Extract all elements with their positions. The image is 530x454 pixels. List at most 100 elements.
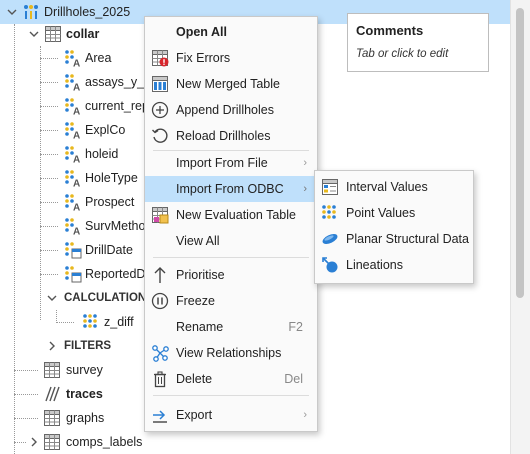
menu-item-open-all[interactable]: Open All	[145, 19, 317, 45]
comments-panel[interactable]: Comments Tab or click to edit	[347, 13, 489, 72]
menu-item-label: New Merged Table	[176, 77, 280, 91]
menu-item-import-from-file[interactable]: Import From File ›	[145, 150, 317, 176]
menu-item-label: Fix Errors	[176, 51, 231, 65]
tree-item-label: z_diff	[104, 315, 134, 329]
menu-separator	[153, 395, 309, 396]
submenu-item-point-values[interactable]: Point Values	[315, 200, 473, 226]
tree-item-label: ExplCo	[85, 123, 126, 137]
date-column-icon	[64, 241, 82, 259]
menu-item-label: Append Drillholes	[176, 103, 274, 117]
chevron-right-icon[interactable]	[46, 340, 58, 352]
tree-guide-line	[14, 418, 38, 419]
arrow-up-icon	[154, 267, 166, 283]
tree-guide-line	[40, 130, 58, 131]
tree-item-label: traces	[66, 387, 103, 401]
tree-guide-line	[40, 250, 58, 251]
date-column-icon	[64, 265, 82, 283]
tree-guide-line	[14, 370, 38, 371]
text-column-icon	[65, 170, 81, 187]
relationships-icon	[152, 345, 169, 362]
chevron-right-icon[interactable]	[28, 436, 40, 448]
tree-item-label: FILTERS	[64, 340, 112, 352]
menu-item-reload-drillholes[interactable]: Reload Drillholes	[145, 123, 317, 149]
menu-item-prioritise[interactable]: Prioritise	[145, 262, 317, 288]
tree-item-label: Area	[85, 51, 112, 65]
drillholes-icon	[23, 5, 39, 19]
submenu-item-interval-values[interactable]: Interval Values	[315, 174, 473, 200]
chevron-right-icon: ›	[303, 157, 307, 169]
menu-item-label: New Evaluation Table	[176, 208, 296, 222]
menu-item-view-all[interactable]: View All	[145, 228, 317, 254]
table-icon	[44, 434, 60, 450]
reload-icon	[152, 128, 168, 143]
menu-item-label: Point Values	[346, 206, 416, 220]
menu-item-new-evaluation-table[interactable]: New Evaluation Table	[145, 202, 317, 228]
menu-item-shortcut: Del	[284, 372, 303, 386]
tree-guide-line	[40, 58, 58, 59]
tree-guide-line	[56, 322, 74, 323]
point-values-icon	[322, 205, 336, 219]
menu-item-rename[interactable]: Rename F2	[145, 314, 317, 340]
text-column-icon	[65, 74, 81, 91]
tree-item-label: Prospect	[85, 195, 135, 209]
evaluation-table-icon	[152, 207, 169, 224]
tree-guide-line	[40, 274, 58, 275]
menu-item-label: View Relationships	[176, 346, 282, 360]
menu-separator	[153, 257, 309, 258]
chevron-down-icon[interactable]	[6, 6, 18, 18]
menu-item-append-drillholes[interactable]: Append Drillholes	[145, 97, 317, 123]
menu-item-label: Export	[176, 408, 213, 422]
numeric-column-icon	[83, 314, 97, 328]
vertical-scrollbar[interactable]	[510, 0, 530, 454]
text-column-icon	[65, 50, 81, 67]
tree-guide-line	[14, 24, 15, 454]
menu-item-delete[interactable]: Delete Del	[145, 366, 317, 392]
table-icon	[45, 26, 61, 42]
tree-guide-line	[14, 442, 26, 443]
export-icon	[153, 410, 167, 423]
text-column-icon	[65, 218, 81, 235]
menu-item-import-from-odbc[interactable]: Import From ODBC ›	[145, 176, 317, 202]
tree-item-label: CALCULATIONS	[64, 292, 154, 304]
text-column-icon	[65, 194, 81, 211]
menu-item-label: Freeze	[176, 294, 215, 308]
plus-circle-icon	[151, 101, 169, 119]
import-odbc-submenu: Interval Values Point Values Planar Stru…	[314, 170, 474, 284]
tree-item-label: current_rep	[85, 99, 149, 113]
context-menu: Open All Fix Errors New Merged Table App…	[144, 16, 318, 432]
tree-guide-line	[40, 178, 58, 179]
tree-item-label: ReportedDa	[85, 267, 153, 281]
menu-item-freeze[interactable]: Freeze	[145, 288, 317, 314]
submenu-item-lineations[interactable]: Lineations	[315, 252, 473, 278]
tree-item-label: HoleType	[85, 171, 138, 185]
pause-circle-icon	[151, 292, 169, 310]
tree-guide-line	[40, 46, 41, 320]
menu-item-fix-errors[interactable]: Fix Errors	[145, 45, 317, 71]
menu-item-label: View All	[176, 234, 220, 248]
fix-errors-icon	[152, 50, 169, 67]
comments-hint: Tab or click to edit	[356, 48, 449, 60]
tree-item-label: assays_y_n	[85, 75, 152, 89]
tree-item-label: survey	[66, 363, 103, 377]
chevron-down-icon[interactable]	[46, 292, 58, 304]
tree-guide-line	[40, 154, 58, 155]
chevron-right-icon: ›	[303, 183, 307, 195]
menu-item-new-merged-table[interactable]: New Merged Table	[145, 71, 317, 97]
menu-item-label: Import From ODBC	[176, 182, 284, 196]
table-icon	[44, 362, 60, 378]
merged-table-icon	[152, 76, 168, 92]
menu-item-label: Reload Drillholes	[176, 129, 271, 143]
traces-icon	[45, 386, 60, 402]
submenu-item-planar-structural-data[interactable]: Planar Structural Data	[315, 226, 473, 252]
table-icon	[44, 410, 60, 426]
menu-item-export[interactable]: Export ›	[145, 402, 317, 428]
chevron-down-icon[interactable]	[28, 28, 40, 40]
scrollbar-thumb[interactable]	[516, 8, 524, 298]
menu-item-label: Import From File	[176, 156, 268, 170]
menu-item-label: Planar Structural Data	[346, 232, 469, 246]
menu-item-view-relationships[interactable]: View Relationships	[145, 340, 317, 366]
menu-item-label: Open All	[176, 25, 227, 39]
tree-guide-line	[40, 106, 58, 107]
text-column-icon	[65, 122, 81, 139]
tree-item-label: DrillDate	[85, 243, 133, 257]
